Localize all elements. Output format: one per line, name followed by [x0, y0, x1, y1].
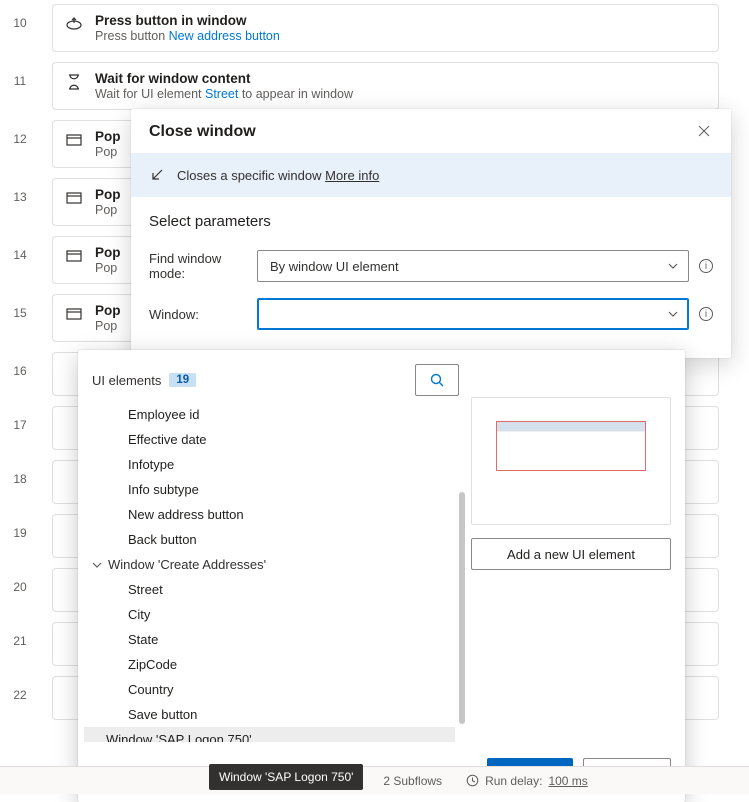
arrow-down-left-icon — [149, 167, 165, 183]
row-number: 22 — [6, 676, 34, 702]
action-title: Pop — [95, 245, 121, 260]
action-title: Wait for window content — [95, 71, 353, 86]
action-card[interactable]: Wait for window contentWait for UI eleme… — [52, 62, 719, 110]
action-subtitle: Pop — [95, 203, 121, 217]
search-icon — [429, 372, 445, 388]
row-number: 18 — [6, 460, 34, 486]
tree-item[interactable]: Back button — [84, 527, 455, 552]
status-bar: Actions 2 Subflows Run delay: 100 ms — [0, 766, 749, 794]
hourglass-icon — [65, 73, 83, 91]
info-icon[interactable]: i — [699, 259, 713, 273]
tree-item[interactable]: Street — [84, 577, 455, 602]
row-number: 15 — [6, 294, 34, 320]
ui-elements-count-badge: 19 — [169, 373, 196, 387]
tree-item[interactable]: Country — [84, 677, 455, 702]
ui-elements-tree: Employee idEffective dateInfotypeInfo su… — [84, 402, 455, 742]
tree-item-window-sap-logon[interactable]: Window 'SAP Logon 750' — [84, 727, 455, 742]
window-label: Window: — [149, 307, 257, 322]
tree-item[interactable]: ZipCode — [84, 652, 455, 677]
dialog-title: Close window — [149, 123, 256, 141]
add-new-ui-element-button[interactable]: Add a new UI element — [471, 538, 671, 570]
section-title: Select parameters — [149, 213, 713, 230]
flow-row: 10 Press button in windowPress button New… — [0, 4, 749, 52]
flow-row: 11 Wait for window contentWait for UI ele… — [0, 62, 749, 110]
action-card[interactable]: Press button in windowPress button New a… — [52, 4, 719, 52]
action-subtitle: Press button New address button — [95, 29, 280, 43]
press-button-icon — [65, 15, 83, 33]
row-number: 11 — [6, 62, 34, 88]
window-dropdown[interactable] — [257, 298, 689, 330]
tooltip-text: Window 'SAP Logon 750' — [219, 770, 353, 784]
tree-item[interactable]: City — [84, 602, 455, 627]
search-button[interactable] — [415, 364, 459, 396]
row-number: 12 — [6, 120, 34, 146]
more-info-link[interactable]: More info — [325, 168, 379, 183]
ui-element-preview — [471, 397, 671, 525]
action-title: Pop — [95, 129, 121, 144]
action-subtitle: Pop — [95, 261, 121, 275]
chevron-down-icon — [668, 261, 678, 271]
action-title: Pop — [95, 187, 121, 202]
tree-item[interactable]: Save button — [84, 702, 455, 727]
tree-item-label: Window 'SAP Logon 750' — [106, 732, 252, 742]
row-number: 20 — [6, 568, 34, 594]
action-subtitle: Pop — [95, 319, 121, 333]
run-delay-value[interactable]: 100 ms — [548, 774, 587, 788]
action-subtitle: Pop — [95, 145, 121, 159]
close-window-dialog: Close window Closes a specific window Mo… — [131, 109, 731, 358]
action-subtitle: Wait for UI element Street to appear in … — [95, 87, 353, 101]
tooltip: Window 'SAP Logon 750' — [209, 764, 363, 790]
chevron-down-icon — [668, 309, 678, 319]
window-icon — [65, 189, 83, 207]
chevron-down-icon — [92, 560, 102, 570]
find-window-mode-dropdown[interactable]: By window UI element — [257, 250, 689, 282]
window-icon — [65, 247, 83, 265]
row-number: 10 — [6, 4, 34, 30]
row-number: 21 — [6, 622, 34, 648]
clock-icon — [466, 774, 479, 787]
action-title: Pop — [95, 303, 121, 318]
action-title: Press button in window — [95, 13, 280, 28]
scrollbar[interactable] — [459, 492, 465, 724]
tree-item[interactable]: Employee id — [84, 402, 455, 427]
add-button-label: Add a new UI element — [507, 547, 635, 562]
tree-item[interactable]: Effective date — [84, 427, 455, 452]
find-window-mode-value: By window UI element — [270, 259, 399, 274]
row-number: 17 — [6, 406, 34, 432]
dialog-info-banner: Closes a specific window More info — [131, 153, 731, 197]
row-number: 14 — [6, 236, 34, 262]
preview-thumbnail — [496, 421, 646, 471]
ui-elements-dropdown-panel: UI elements 19 Employee idEffective date… — [78, 350, 685, 802]
banner-text: Closes a specific window — [177, 168, 325, 183]
tree-item-label: Window 'Create Addresses' — [108, 557, 266, 572]
status-run-delay: Run delay: 100 ms — [466, 774, 588, 788]
tree-item[interactable]: Infotype — [84, 452, 455, 477]
tree-item[interactable]: State — [84, 627, 455, 652]
close-icon[interactable] — [697, 124, 713, 140]
find-window-mode-label: Find window mode: — [149, 251, 257, 281]
row-number: 16 — [6, 352, 34, 378]
window-icon — [65, 131, 83, 149]
info-icon[interactable]: i — [699, 307, 713, 321]
status-subflows: 2 Subflows — [383, 774, 442, 788]
window-icon — [65, 305, 83, 323]
tree-item[interactable]: Info subtype — [84, 477, 455, 502]
tree-item[interactable]: New address button — [84, 502, 455, 527]
tree-item-window-create-addresses[interactable]: Window 'Create Addresses' — [84, 552, 455, 577]
row-number: 19 — [6, 514, 34, 540]
ui-elements-title: UI elements — [92, 373, 161, 388]
row-number: 13 — [6, 178, 34, 204]
